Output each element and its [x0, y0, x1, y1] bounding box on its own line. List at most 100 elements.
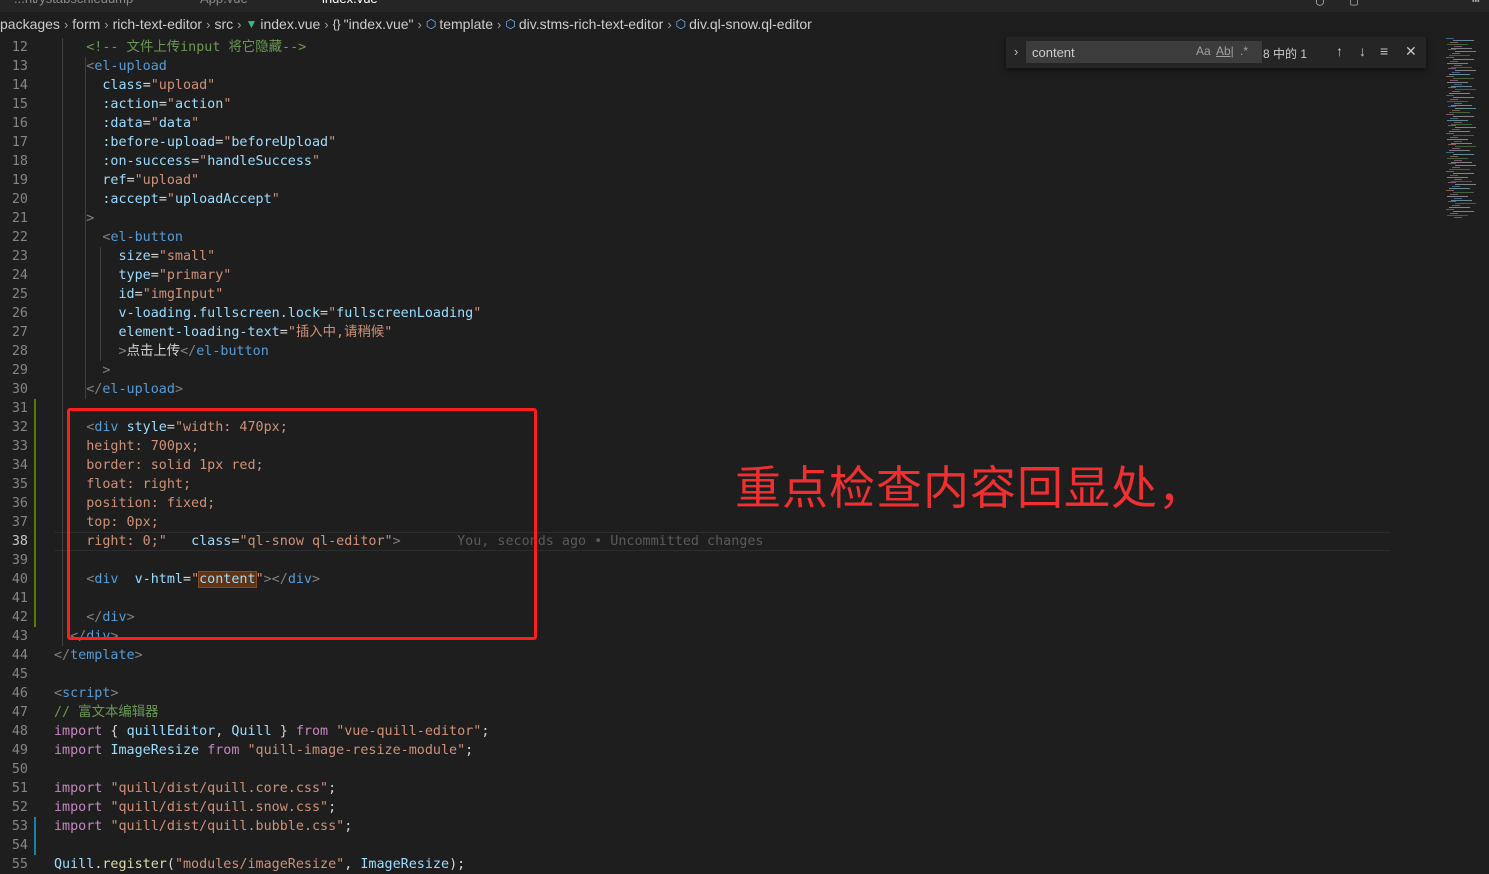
- code-token: ;: [328, 781, 337, 796]
- line-number: 19: [11, 173, 28, 188]
- code-token: el-button: [110, 230, 183, 245]
- code-line[interactable]: 16 :data="data": [0, 114, 1440, 133]
- code-token: size: [118, 249, 151, 264]
- code-line[interactable]: 19 ref="upload": [0, 171, 1440, 190]
- minimap[interactable]: [1440, 36, 1489, 870]
- code-line[interactable]: 14 class="upload": [0, 76, 1440, 95]
- code-line[interactable]: 30 </el-upload>: [0, 380, 1440, 399]
- code-line[interactable]: 17 :before-upload="beforeUpload": [0, 133, 1440, 152]
- code-line[interactable]: 44 </template>: [0, 646, 1440, 665]
- code-text: import "quill/dist/quill.core.css";: [54, 779, 336, 798]
- code-line[interactable]: 51 import "quill/dist/quill.core.css";: [0, 779, 1440, 798]
- minimap-line: [1447, 43, 1468, 45]
- minimap-line: [1447, 195, 1468, 197]
- minimap-line: [1449, 188, 1470, 190]
- breadcrumb-label: form: [72, 16, 101, 32]
- code-token: beforeUpload: [231, 135, 329, 150]
- code-line[interactable]: 28 >点击上传</el-button: [0, 342, 1440, 361]
- code-text: </el-upload>: [54, 380, 183, 399]
- code-line[interactable]: 45: [0, 665, 1440, 684]
- breadcrumb-item[interactable]: packages: [0, 16, 60, 32]
- line-number: 51: [11, 781, 28, 796]
- code-line[interactable]: 52 import "quill/dist/quill.snow.css";: [0, 798, 1440, 817]
- code-token: ;: [465, 743, 474, 758]
- toggle-replace-icon[interactable]: ›: [1014, 44, 1018, 59]
- minimap-line: [1451, 85, 1472, 87]
- code-token: script: [62, 686, 111, 701]
- code-token: uploadAccept: [174, 192, 272, 207]
- line-number: 46: [11, 686, 28, 701]
- find-input-value: content: [1032, 45, 1075, 60]
- code-token: // 富文本编辑器: [54, 705, 159, 720]
- minimap-line: [1450, 41, 1458, 43]
- match-count: 8 中的 1: [1263, 47, 1308, 61]
- code-token: =: [191, 154, 200, 169]
- find-in-selection-icon[interactable]: ≡: [1380, 43, 1388, 59]
- line-number: 27: [11, 325, 28, 340]
- code-line[interactable]: 20 :accept="uploadAccept": [0, 190, 1440, 209]
- breadcrumb-item[interactable]: {} "index.vue": [333, 16, 414, 32]
- breadcrumb-item[interactable]: ▼ index.vue: [245, 16, 320, 32]
- code-line[interactable]: 50: [0, 760, 1440, 779]
- code-line[interactable]: 25 id="imgInput": [0, 285, 1440, 304]
- minimap-line: [1448, 87, 1456, 89]
- code-token: <: [54, 686, 63, 701]
- code-token: :accept: [102, 192, 159, 207]
- code-line[interactable]: 27 element-loading-text="插入中,请稍候": [0, 323, 1440, 342]
- code-line[interactable]: 29 >: [0, 361, 1440, 380]
- code-line[interactable]: 15 :action="action": [0, 95, 1440, 114]
- match-whole-word-icon[interactable]: Ab|: [1216, 44, 1234, 58]
- editor-tab-active[interactable]: index.vue: [322, 0, 378, 11]
- code-line[interactable]: 53 import "quill/dist/quill.bubble.css";: [0, 817, 1440, 836]
- close-find-icon[interactable]: ✕: [1405, 43, 1417, 60]
- breadcrumb-item[interactable]: form: [72, 16, 100, 32]
- split-editor-icon[interactable]: ◯: [1316, 0, 1324, 9]
- line-number: 28: [11, 344, 28, 359]
- editor-tab[interactable]: ...nt/ystabschiedump: [14, 0, 133, 11]
- code-token: </: [180, 344, 197, 359]
- code-line[interactable]: 49 import ImageResize from "quill-image-r…: [0, 741, 1440, 760]
- code-line[interactable]: 48 import { quillEditor, Quill } from "vu…: [0, 722, 1440, 741]
- use-regex-icon[interactable]: .*: [1240, 44, 1248, 58]
- breadcrumb-item[interactable]: ⬡ div.stms-rich-text-editor: [505, 16, 663, 32]
- code-line[interactable]: 23 size="small": [0, 247, 1440, 266]
- editor-tab[interactable]: App.vue: [200, 0, 248, 11]
- breadcrumb-item[interactable]: src: [214, 16, 233, 32]
- code-text: <el-button: [54, 228, 183, 247]
- match-case-icon[interactable]: Aa: [1196, 44, 1211, 58]
- breadcrumb-item[interactable]: rich-text-editor: [113, 16, 202, 32]
- code-line[interactable]: 24 type="primary": [0, 266, 1440, 285]
- line-number: 49: [11, 743, 28, 758]
- code-text: ref="upload": [54, 171, 199, 190]
- chevron-right-icon: ›: [417, 16, 422, 32]
- code-line[interactable]: 22 <el-button: [0, 228, 1440, 247]
- editor-layout-icon[interactable]: ▢: [1350, 0, 1358, 9]
- previous-match-icon[interactable]: ↑: [1336, 43, 1343, 59]
- cube-icon: ⬡: [425, 17, 437, 31]
- code-line[interactable]: 46 <script>: [0, 684, 1440, 703]
- code-line[interactable]: 55 Quill.register("modules/imageResize", …: [0, 855, 1440, 874]
- editor-tab-strip: ...nt/ystabschiedump App.vue index.vue ◯…: [0, 0, 1489, 12]
- minimap-line: [1453, 77, 1474, 79]
- minimap-line: [1453, 134, 1474, 136]
- code-line[interactable]: 47 // 富文本编辑器: [0, 703, 1440, 722]
- chevron-right-icon: ›: [206, 16, 211, 32]
- line-number: 22: [11, 230, 28, 245]
- minimap-line: [1449, 207, 1470, 209]
- code-line[interactable]: 21 >: [0, 209, 1440, 228]
- next-match-icon[interactable]: ↓: [1359, 43, 1366, 59]
- breadcrumb-item[interactable]: ⬡ template: [426, 16, 493, 32]
- code-line[interactable]: 18 :on-success="handleSuccess": [0, 152, 1440, 171]
- code-token: "插入中,请稍候": [287, 325, 393, 340]
- code-text: <!-- 文件上传input 将它隐藏-->: [54, 38, 306, 57]
- breadcrumb-item[interactable]: ⬡ div.ql-snow.ql-editor: [676, 16, 812, 32]
- minimap-line: [1455, 51, 1476, 53]
- more-actions-icon[interactable]: ⋯: [1472, 0, 1480, 9]
- code-line[interactable]: 26 v-loading.fullscreen.lock="fullscreen…: [0, 304, 1440, 323]
- line-number: 34: [11, 458, 28, 473]
- code-line[interactable]: 54: [0, 836, 1440, 855]
- minimap-line: [1446, 95, 1454, 96]
- breadcrumb-label: div.ql-snow.ql-editor: [689, 16, 812, 32]
- minimap-line: [1450, 98, 1458, 100]
